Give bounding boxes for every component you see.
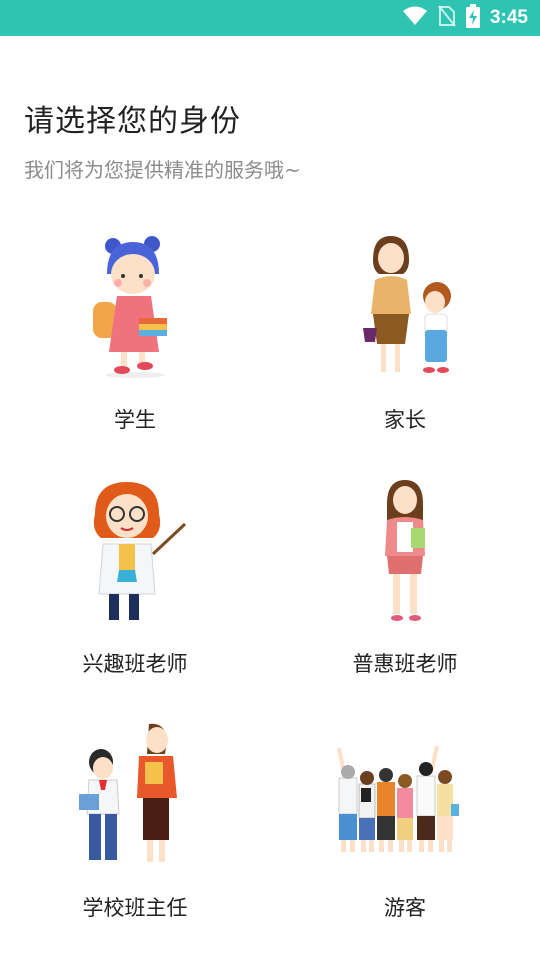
page-subtitle: 我们将为您提供精准的服务哦~: [24, 158, 301, 182]
public-class-teacher-illustration: [385, 480, 425, 621]
role-option-parent[interactable]: 家长: [270, 222, 540, 466]
role-option-tourist[interactable]: 游客: [270, 710, 540, 954]
role-option-head-teacher[interactable]: 学校班主任: [0, 710, 270, 954]
status-bar: 3:45: [0, 0, 540, 36]
interest-class-teacher-illustration: [93, 482, 187, 620]
role-label: 学校班主任: [82, 896, 188, 920]
role-option-interest-class-teacher[interactable]: 兴趣班老师: [0, 466, 270, 710]
tourists-group-illustration: [337, 745, 459, 852]
role-label: 游客: [384, 896, 426, 920]
role-label: 兴趣班老师: [82, 652, 188, 676]
role-option-student[interactable]: 学生: [0, 222, 270, 466]
parent-with-child-illustration: [363, 236, 451, 373]
battery-charging-icon: [465, 4, 480, 32]
no-sim-icon: [438, 5, 456, 31]
student-girl-illustration: [93, 236, 167, 378]
head-teacher-illustration: [79, 723, 177, 862]
status-time: 3:45: [489, 7, 528, 28]
role-label: 普惠班老师: [352, 652, 458, 676]
page-title: 请选择您的身份: [24, 104, 241, 139]
role-option-public-class-teacher[interactable]: 普惠班老师: [270, 466, 540, 710]
role-label: 家长: [384, 408, 426, 432]
role-label: 学生: [114, 408, 156, 432]
wifi-icon: [402, 6, 428, 30]
